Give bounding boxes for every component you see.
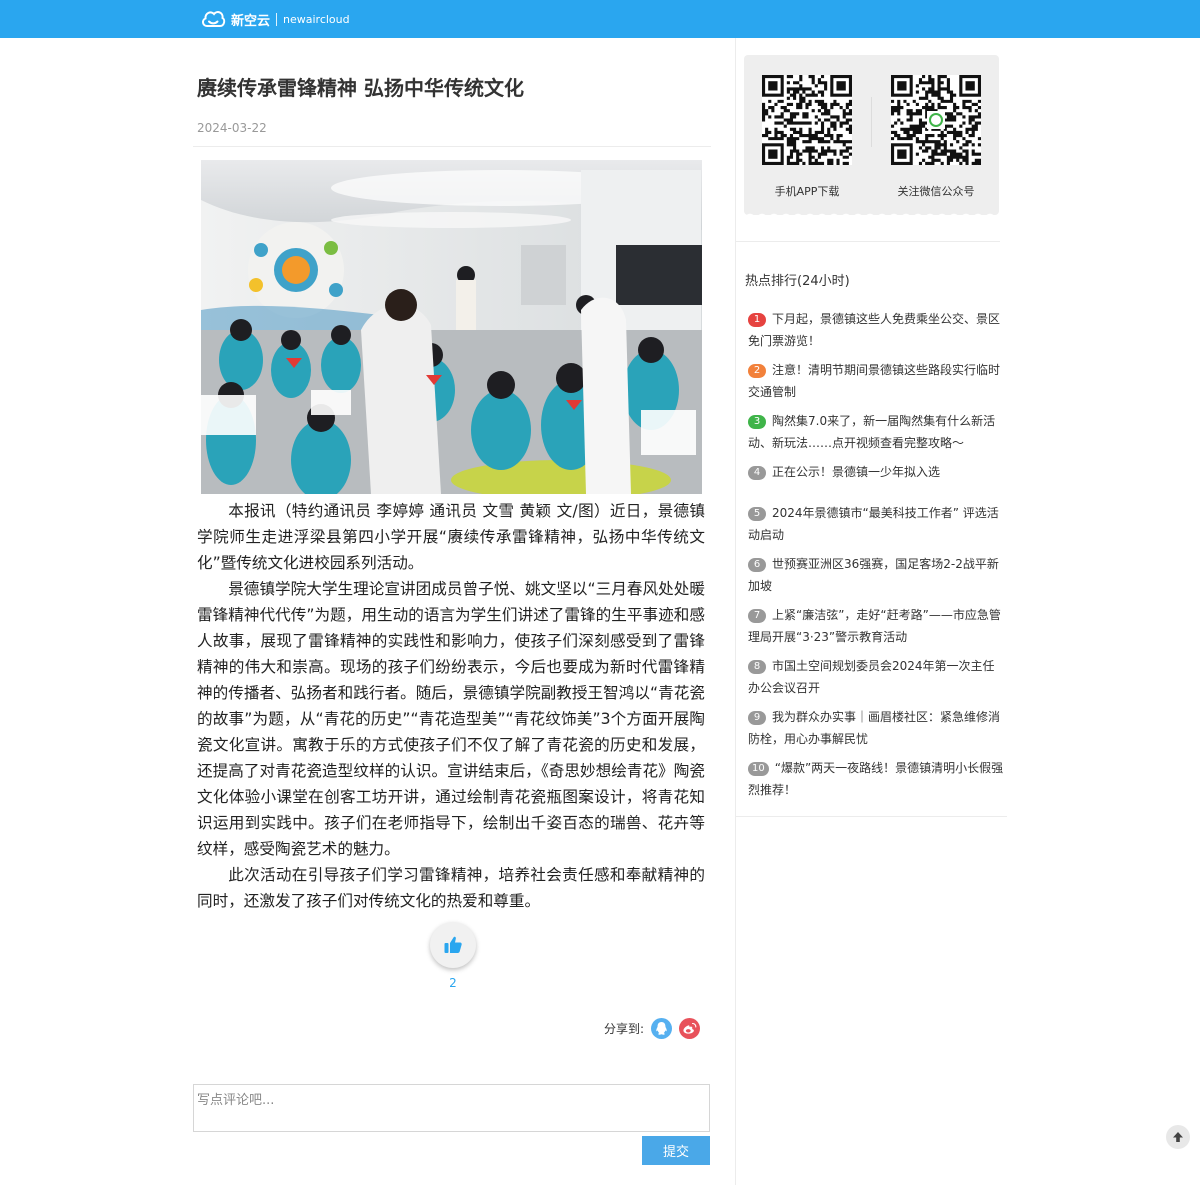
rank-badge: 6 [748, 558, 766, 572]
qr-panel: 手机APP下载 关注微信公众号 [744, 55, 999, 219]
rank-badge: 7 [748, 609, 766, 623]
hot-list-item[interactable]: 10 “爆款”两天一夜路线！景德镇清明小长假强烈推荐！ [748, 757, 1004, 801]
rank-badge: 4 [748, 466, 766, 480]
like-button[interactable] [430, 922, 476, 968]
hot-item-link[interactable]: 我为群众办实事｜画眉楼社区：紧急维修消防栓，用心办事解民忧 [748, 710, 1000, 746]
qr-separator [871, 97, 872, 147]
qr-label: 手机APP下载 [774, 185, 840, 198]
submit-button[interactable]: 提交 [642, 1136, 710, 1165]
hot-list-item[interactable]: 8 市国土空间规划委员会2024年第一次主任办公会议召开 [748, 655, 1004, 699]
comment-input[interactable] [193, 1084, 710, 1132]
logo-separator [276, 12, 278, 26]
column-divider [735, 38, 736, 1185]
rank-badge: 8 [748, 660, 766, 674]
rank-badge: 9 [748, 711, 766, 725]
back-to-top-button[interactable] [1166, 1125, 1190, 1149]
article-photo [201, 160, 702, 494]
hot-item-link[interactable]: 陶然集7.0来了，新一届陶然集有什么新活动、新玩法……点开视频查看完整攻略～ [748, 414, 995, 450]
classroom-photo [201, 160, 702, 494]
article-paragraph: 此次活动在引导孩子们学习雷锋精神，培养社会责任感和奉献精神的同时，还激发了孩子们… [197, 866, 705, 910]
sidebar-bottom-divider [735, 816, 1007, 817]
hot-list-item[interactable]: 2 注意！清明节期间景德镇这些路段实行临时交通管制 [748, 359, 1004, 403]
share-label: 分享到: [604, 1022, 645, 1036]
cloud-logo-icon [202, 11, 226, 27]
wechat-qr-code [890, 74, 981, 165]
rank-badge: 10 [748, 762, 769, 776]
hot-list-item[interactable]: 4 正在公示！景德镇一少年拟入选 [748, 461, 1004, 483]
hot-list-item[interactable]: 5 2024年景德镇市“最美科技工作者” 评选活动启动 [748, 502, 1004, 546]
rank-badge: 3 [748, 415, 766, 429]
hot-list-item[interactable]: 9 我为群众办实事｜画眉楼社区：紧急维修消防栓，用心办事解民忧 [748, 706, 1004, 750]
article-date: 2024-03-22 [197, 121, 267, 135]
rank-badge: 2 [748, 364, 766, 378]
sidebar-divider [735, 241, 1000, 242]
top-bar: 新空云 newaircloud [0, 0, 1200, 38]
hot-list-item[interactable]: 7 上紧“廉洁弦”，走好“赶考路”——市应急管理局开展“3·23”警示教育活动 [748, 604, 1004, 648]
site-logo[interactable]: 新空云 newaircloud [200, 6, 350, 32]
hot-item-link[interactable]: 市国土空间规划委员会2024年第一次主任办公会议召开 [748, 659, 995, 695]
hot-item-link[interactable]: 2024年景德镇市“最美科技工作者” 评选活动启动 [748, 506, 999, 542]
qr-app-download[interactable]: 手机APP下载 [761, 74, 852, 199]
share-bar: 分享到: [604, 1018, 701, 1039]
logo-text-cn: 新空云 [231, 13, 271, 29]
app-download-qr-code [761, 74, 852, 165]
arrow-up-icon [1173, 1132, 1183, 1142]
like-count: 2 [449, 976, 457, 990]
hot-item-link[interactable]: 下月起，景德镇这些人免费乘坐公交、景区免门票游览！ [748, 312, 1000, 348]
weibo-icon[interactable] [679, 1018, 701, 1039]
rank-badge: 5 [748, 507, 766, 521]
logo-text-en: newaircloud [283, 12, 350, 26]
article-body: 本报讯（特约通讯员 李婷婷 通讯员 文雪 黄颖 文/图）近日，景德镇学院师生走进… [197, 498, 705, 914]
article-title: 赓续传承雷锋精神 弘扬中华传统文化 [197, 76, 524, 100]
qr-wechat[interactable]: 关注微信公众号 [890, 74, 981, 199]
title-divider [193, 146, 711, 147]
hot-item-link[interactable]: 正在公示！景德镇一少年拟入选 [772, 465, 940, 479]
rank-badge: 1 [748, 313, 766, 327]
thumbs-up-icon [444, 936, 462, 953]
hot-item-link[interactable]: “爆款”两天一夜路线！景德镇清明小长假强烈推荐！ [748, 761, 1003, 797]
hot-list-title: 热点排行(24小时) [745, 274, 850, 289]
hot-list-item[interactable]: 1 下月起，景德镇这些人免费乘坐公交、景区免门票游览！ [748, 308, 1004, 352]
article-paragraph: 景德镇学院大学生理论宣讲团成员曾子悦、姚文坚以“三月春风处处暖 雷锋精神代代传”… [197, 580, 705, 858]
hot-list-item[interactable]: 6 世预赛亚洲区36强赛，国足客场2-2战平新加坡 [748, 553, 1004, 597]
hot-item-link[interactable]: 上紧“廉洁弦”，走好“赶考路”——市应急管理局开展“3·23”警示教育活动 [748, 608, 1001, 644]
qr-label: 关注微信公众号 [897, 185, 975, 198]
hot-item-link[interactable]: 注意！清明节期间景德镇这些路段实行临时交通管制 [748, 363, 1000, 399]
hot-list-item[interactable]: 3 陶然集7.0来了，新一届陶然集有什么新活动、新玩法……点开视频查看完整攻略～ [748, 410, 1004, 454]
article-paragraph: 本报讯（特约通讯员 李婷婷 通讯员 文雪 黄颖 文/图）近日，景德镇学院师生走进… [197, 502, 705, 572]
qq-icon[interactable] [651, 1018, 673, 1039]
hot-item-link[interactable]: 世预赛亚洲区36强赛，国足客场2-2战平新加坡 [748, 557, 999, 593]
